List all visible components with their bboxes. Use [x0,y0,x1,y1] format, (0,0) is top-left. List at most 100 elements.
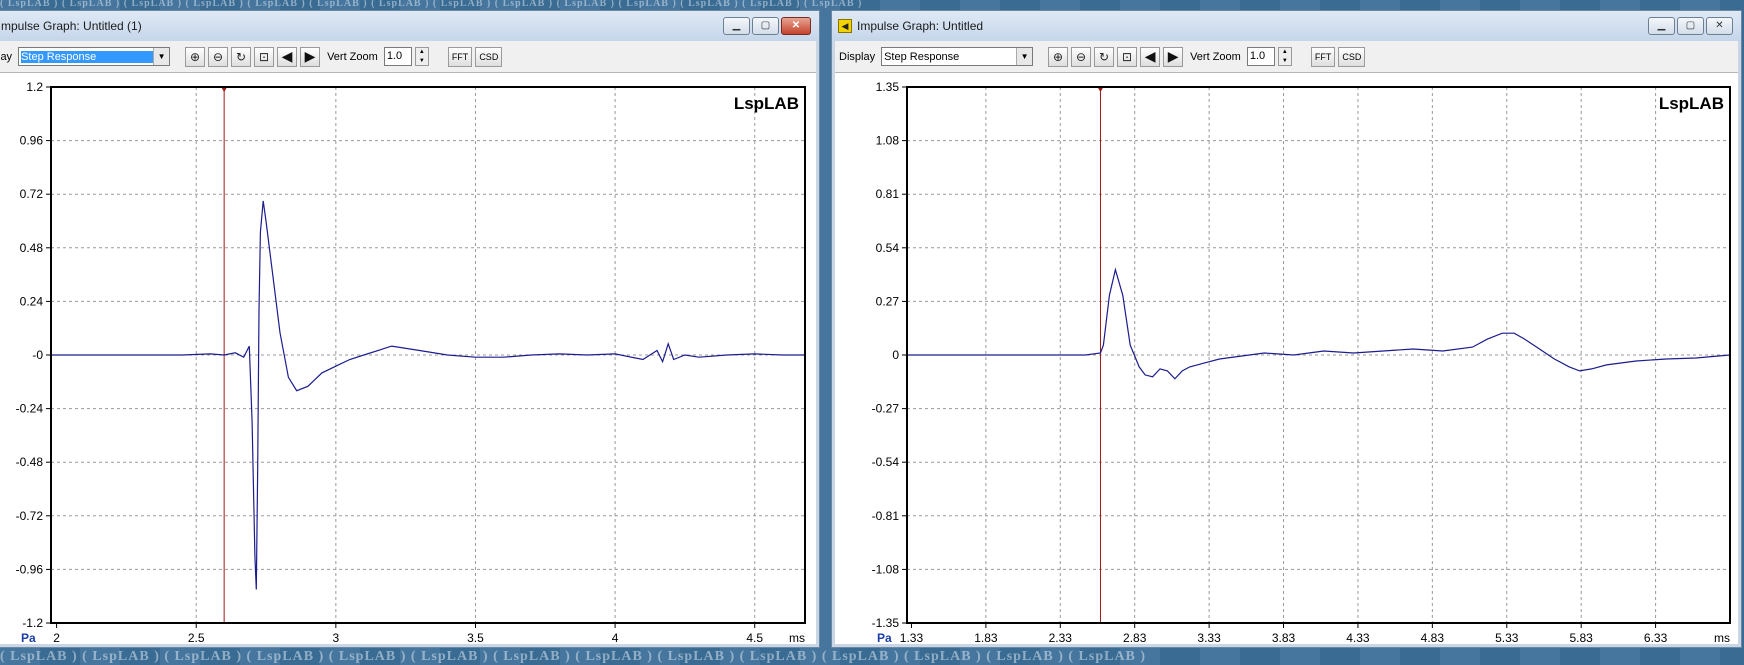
y-tick-label: -0.96 [16,562,44,576]
lsplab-watermark: LspLAB [1659,94,1724,113]
desktop-watermark: ( LspLAB ) ( LspLAB ) ( LspLAB ) ( LspLA… [0,649,1147,664]
x-tick-label: 4 [612,631,619,645]
window-titlebar[interactable]: mpulse Graph: Untitled (1) ▁ ▢ ✕ [0,11,819,41]
close-button[interactable]: ✕ [1706,17,1733,35]
window-controls: ▁ ▢ ✕ [723,17,811,35]
x-tick-label: 5.83 [1569,631,1593,645]
zoom-reset-icon[interactable]: ↻ [231,46,252,67]
x-tick-label: 4.83 [1421,631,1445,645]
step-response-chart[interactable]: 1.2 0.96 0.72 0.48 0.24 -0 -0.24 -0.48 -0.72 -0.9… [0,73,816,645]
y-tick-label: -0.81 [872,509,900,523]
y-tick-label: 0.27 [876,294,900,308]
display-select[interactable]: Step Response ▼ [18,47,171,66]
y-axis-unit-label: Pa [877,631,892,645]
y-tick-label: 0.24 [20,294,44,308]
zoom-out-icon[interactable]: ⊖ [1071,46,1092,67]
vert-zoom-label: Vert Zoom [327,50,378,63]
x-tick-label: 4.33 [1346,631,1370,645]
zoom-reset-icon[interactable]: ↻ [1094,46,1115,67]
vert-zoom-spinner[interactable]: ▲ ▼ [414,47,429,66]
display-selected-value: Step Response [884,50,960,63]
chevron-down-icon[interactable]: ▼ [1016,48,1033,65]
graph-toolbar: lay Step Response ▼ ⊕ ⊖ ↻ ⊡ ◀ ▶ Vert Zoo… [0,41,816,73]
y-axis-unit-label: Pa [21,631,36,645]
desktop-watermark-top: ( LspLAB ) ( LspLAB ) ( LspLAB ) ( LspLA… [0,0,863,8]
y-tick-label: 1.35 [876,80,900,94]
x-axis-unit-label: ms [1714,631,1730,645]
x-tick-label: 6.33 [1644,631,1668,645]
y-tick-label: 0.72 [20,187,44,201]
window-controls: ▁ ▢ ✕ [1648,17,1733,35]
chevron-down-icon[interactable]: ▼ [153,48,170,65]
y-tick-label: -0.24 [16,402,44,416]
graph-toolbar: Display Step Response ▼ ⊕ ⊖ ↻ ⊡ ◀ ▶ Vert… [835,41,1738,73]
step-response-trace [51,200,805,590]
y-tick-label: 0.96 [20,134,44,148]
display-select[interactable]: Step Response ▼ [881,47,1034,66]
y-tick-label: 0.48 [20,241,44,255]
x-tick-label: 1.83 [974,631,998,645]
speaker-icon: ◀ [838,19,852,33]
window-title: mpulse Graph: Untitled (1) [1,19,142,33]
x-tick-label: 1.33 [900,631,924,645]
y-tick-label: -1.2 [22,616,43,630]
display-label: Display [839,50,876,63]
plot-area[interactable]: 1.2 0.96 0.72 0.48 0.24 -0 -0.24 -0.48 -0.72 -0.9… [0,73,816,645]
x-tick-label: 3.83 [1272,631,1296,645]
maximize-button[interactable]: ▢ [752,17,779,35]
step-response-chart[interactable]: 1.35 1.08 0.81 0.54 0.27 0 -0.27 -0.54 -0.81 -1.0… [835,73,1738,645]
x-tick-label: 4.5 [746,631,763,645]
x-tick-label: 3 [333,631,340,645]
y-tick-label: -0.27 [872,402,900,416]
minimize-button[interactable]: ▁ [1648,17,1675,35]
y-tick-label: -1.35 [872,616,900,630]
y-tick-label: 0.54 [876,241,900,255]
y-tick-label: -1.08 [872,562,900,576]
scroll-right-icon[interactable]: ▶ [300,46,321,67]
fft-button[interactable]: FFT [447,46,473,67]
step-response-trace [907,267,1731,380]
zoom-fit-icon[interactable]: ⊡ [254,46,275,67]
zoom-fit-icon[interactable]: ⊡ [1117,46,1138,67]
fft-button[interactable]: FFT [1310,46,1336,67]
close-button[interactable]: ✕ [781,17,811,35]
vert-zoom-label: Vert Zoom [1190,50,1241,63]
y-tick-label: -0.72 [16,509,44,523]
x-tick-label: 2.33 [1049,631,1073,645]
vert-zoom-input[interactable]: 1.0 [1246,47,1275,66]
display-selected-value: Step Response [21,50,154,63]
y-tick-label: -0.48 [16,455,44,469]
impulse-graph-window-2[interactable]: ◀ Impulse Graph: Untitled ▁ ▢ ✕ Display … [831,10,1742,648]
csd-button[interactable]: CSD [475,46,503,67]
zoom-out-icon[interactable]: ⊖ [208,46,229,67]
display-label: lay [0,50,13,63]
window-titlebar[interactable]: ◀ Impulse Graph: Untitled ▁ ▢ ✕ [832,11,1741,41]
scroll-right-icon[interactable]: ▶ [1163,46,1184,67]
scroll-left-icon[interactable]: ◀ [277,46,298,67]
zoom-in-icon[interactable]: ⊕ [185,46,206,67]
vert-zoom-input[interactable]: 1.0 [383,47,412,66]
y-tick-label: -0.54 [872,455,900,469]
x-tick-label: 2.5 [188,631,205,645]
lsplab-watermark: LspLAB [734,94,799,113]
x-tick-label: 5.33 [1495,631,1519,645]
csd-button[interactable]: CSD [1338,46,1366,67]
x-tick-label: 2 [53,631,60,645]
window-title: Impulse Graph: Untitled [857,19,984,33]
x-tick-label: 3.33 [1197,631,1221,645]
vert-zoom-spinner[interactable]: ▲ ▼ [1277,47,1292,66]
zoom-in-icon[interactable]: ⊕ [1048,46,1069,67]
impulse-graph-window-1[interactable]: mpulse Graph: Untitled (1) ▁ ▢ ✕ lay Ste… [0,10,820,648]
x-axis-unit-label: ms [789,631,805,645]
y-tick-label: -0 [32,348,43,362]
y-tick-label: 1.08 [876,134,900,148]
y-tick-label: 1.2 [26,80,43,94]
x-tick-label: 2.83 [1123,631,1147,645]
y-tick-label: 0 [892,348,899,362]
y-tick-label: 0.81 [876,187,900,201]
minimize-button[interactable]: ▁ [723,17,750,35]
scroll-left-icon[interactable]: ◀ [1140,46,1161,67]
maximize-button[interactable]: ▢ [1677,17,1704,35]
plot-area[interactable]: 1.35 1.08 0.81 0.54 0.27 0 -0.27 -0.54 -0.81 -1.0… [835,73,1738,645]
x-tick-label: 3.5 [467,631,484,645]
